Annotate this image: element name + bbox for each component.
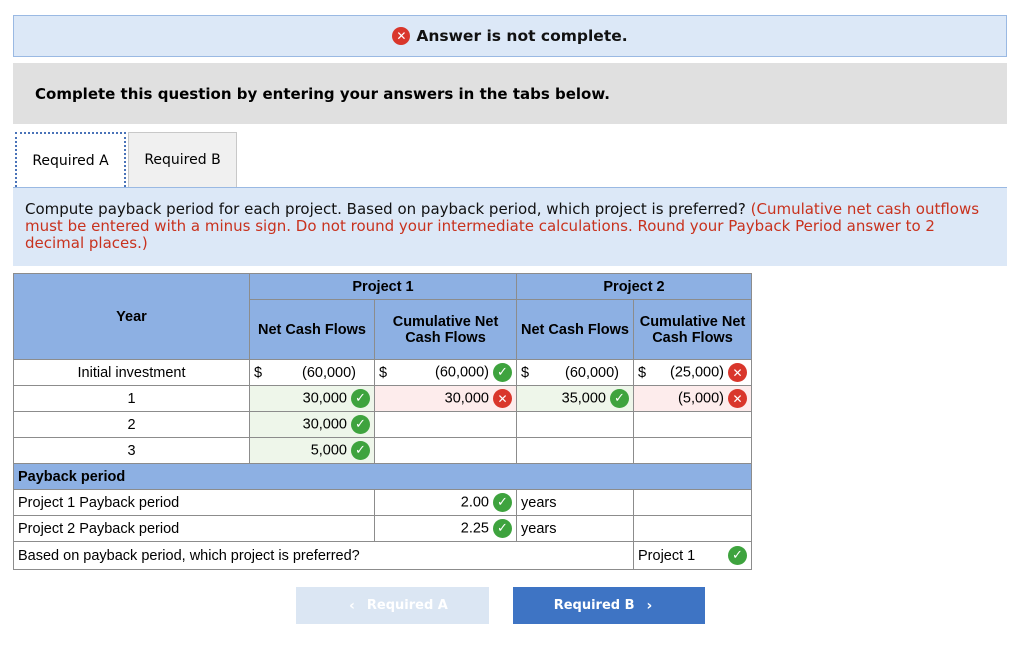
table-row: 3 5,000 ✓	[13, 437, 752, 464]
currency-symbol: $	[379, 364, 388, 381]
table-row: Initial investment $ (60,000) $ (60,000)…	[13, 359, 752, 386]
year-cell: 3	[13, 437, 250, 464]
check-icon: ✓	[351, 389, 370, 408]
p1-cum-cell[interactable]: 30,000 ✕	[374, 385, 517, 412]
chevron-left-icon: ‹	[349, 597, 355, 614]
currency-symbol: $	[638, 364, 647, 381]
table-row: 2 30,000 ✓	[13, 411, 752, 438]
tab-required-b[interactable]: Required B	[128, 132, 237, 187]
p2-cum-cell[interactable]	[633, 411, 752, 438]
check-icon: ✓	[493, 363, 512, 382]
x-circle-icon: ✕	[728, 389, 747, 408]
prev-button-label: Required A	[366, 598, 448, 613]
empty-cell	[633, 515, 752, 542]
table-row: Based on payback period, which project i…	[13, 541, 752, 570]
project1-header: Project 1	[249, 273, 517, 300]
table-row: 1 30,000 ✓ 30,000 ✕ 35,000 ✓ (5,000) ✕	[13, 385, 752, 412]
p2-net-cell[interactable]: 35,000 ✓	[516, 385, 634, 412]
tab-required-a[interactable]: Required A	[15, 132, 126, 187]
p1-net-cell[interactable]: 30,000 ✓	[249, 411, 375, 438]
p2-payback-value: 2.25	[460, 520, 489, 537]
p1-net-cell[interactable]: 30,000 ✓	[249, 385, 375, 412]
p2-payback-label: Project 2 Payback period	[13, 515, 375, 542]
p2-payback-unit: years	[516, 515, 634, 542]
p2-net-value: 35,000	[561, 390, 606, 407]
p1-cum-cell[interactable]	[374, 437, 517, 464]
next-button-label: Required B	[553, 598, 635, 613]
p1-payback-value: 2.00	[460, 494, 489, 511]
next-required-b-button[interactable]: Required B ›	[513, 587, 705, 624]
check-icon: ✓	[728, 546, 747, 565]
question-panel: Compute payback period for each project.…	[13, 188, 1007, 266]
p1-cum-value: (60,000)	[434, 364, 489, 381]
empty-cell	[633, 489, 752, 516]
p1-cum-header: Cumulative Net Cash Flows	[374, 299, 517, 360]
p1-payback-unit: years	[516, 489, 634, 516]
p1-net-value: 30,000	[302, 390, 347, 407]
instructions: Complete this question by entering your …	[13, 63, 1007, 124]
check-icon: ✓	[493, 519, 512, 538]
year-cell: Initial investment	[13, 359, 250, 386]
p1-payback-label: Project 1 Payback period	[13, 489, 375, 516]
p1-net-value: 30,000	[302, 416, 347, 433]
table-row: Project 2 Payback period 2.25 ✓ years	[13, 515, 752, 542]
p1-net-header: Net Cash Flows	[249, 299, 375, 360]
p2-cum-cell[interactable]: (5,000) ✕	[633, 385, 752, 412]
p1-payback-cell[interactable]: 2.00 ✓	[374, 489, 517, 516]
p1-cum-cell[interactable]: $ (60,000) ✓	[374, 359, 517, 386]
p2-cum-value: (5,000)	[678, 390, 724, 407]
check-icon: ✓	[351, 441, 370, 460]
p2-net-cell[interactable]	[516, 411, 634, 438]
payback-section-header: Payback period	[13, 463, 752, 490]
p2-net-value: (60,000)	[564, 364, 619, 381]
year-header: Year	[13, 273, 250, 360]
year-cell: 2	[13, 411, 250, 438]
currency-symbol: $	[254, 364, 263, 381]
year-cell: 1	[13, 385, 250, 412]
currency-symbol: $	[521, 364, 530, 381]
p1-cum-value: 30,000	[444, 390, 489, 407]
preferred-select[interactable]: Project 1 ✓	[633, 541, 752, 570]
prev-required-a-button[interactable]: ‹ Required A	[296, 587, 489, 624]
p2-payback-cell[interactable]: 2.25 ✓	[374, 515, 517, 542]
x-circle-icon: ✕	[728, 363, 747, 382]
p2-cum-value: (25,000)	[669, 364, 724, 381]
p2-net-cell[interactable]	[516, 437, 634, 464]
x-circle-icon: ✕	[392, 27, 411, 45]
question-text: Compute payback period for each project.…	[25, 200, 746, 218]
p2-cum-header: Cumulative Net Cash Flows	[633, 299, 752, 360]
status-banner: ✕ Answer is not complete.	[13, 15, 1007, 57]
check-icon: ✓	[351, 415, 370, 434]
p1-net-cell[interactable]: $ (60,000)	[249, 359, 375, 386]
chevron-right-icon: ›	[646, 597, 653, 614]
table-row: Project 1 Payback period 2.00 ✓ years	[13, 489, 752, 516]
preferred-question: Based on payback period, which project i…	[13, 541, 634, 570]
status-text: Answer is not complete.	[416, 27, 628, 45]
p1-net-cell[interactable]: 5,000 ✓	[249, 437, 375, 464]
p1-cum-cell[interactable]	[374, 411, 517, 438]
p2-net-header: Net Cash Flows	[516, 299, 634, 360]
x-circle-icon: ✕	[493, 389, 512, 408]
check-icon: ✓	[493, 493, 512, 512]
check-icon: ✓	[610, 389, 629, 408]
p2-cum-cell[interactable]	[633, 437, 752, 464]
p1-net-value: 5,000	[310, 442, 347, 459]
preferred-value: Project 1	[638, 547, 696, 564]
payback-table: Year Project 1 Project 2 Net Cash Flows …	[13, 273, 752, 570]
p2-net-cell[interactable]: $ (60,000)	[516, 359, 634, 386]
p2-cum-cell[interactable]: $ (25,000) ✕	[633, 359, 752, 386]
p1-net-value: (60,000)	[301, 364, 356, 381]
project2-header: Project 2	[516, 273, 752, 300]
